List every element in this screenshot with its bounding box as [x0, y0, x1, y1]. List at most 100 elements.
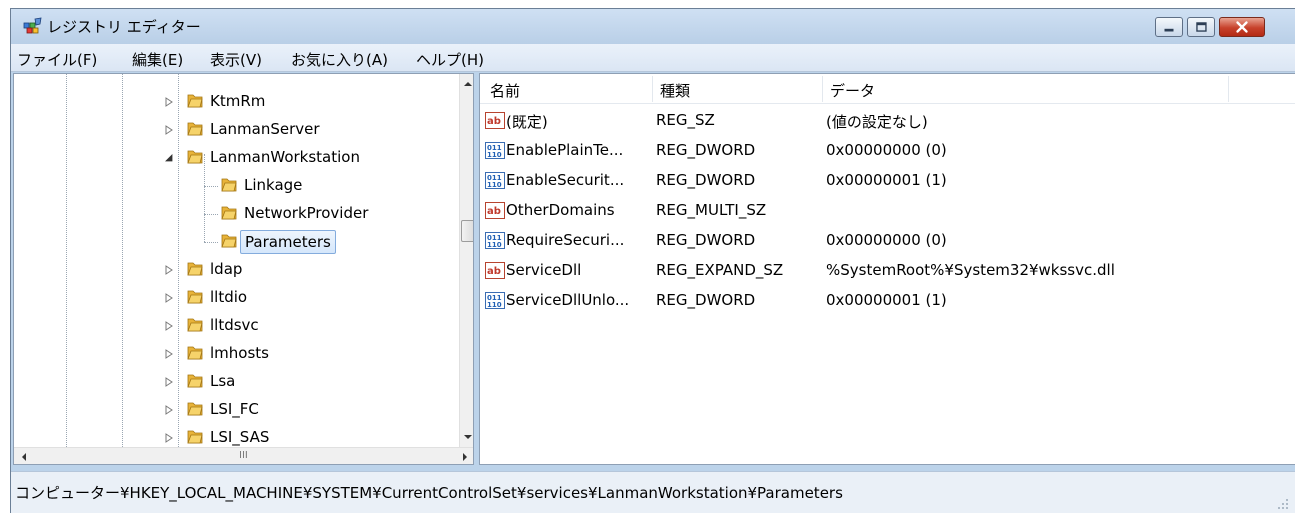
value-data: 0x00000001 (1): [826, 291, 947, 309]
column-separator[interactable]: [1228, 76, 1229, 102]
value-name: EnablePlainTe...: [506, 141, 624, 159]
tree-node-lsa[interactable]: Lsa: [14, 368, 454, 396]
tree-horizontal-scrollbar[interactable]: III: [14, 447, 473, 465]
registry-editor-app-icon: [23, 17, 42, 34]
column-separator[interactable]: [822, 76, 823, 102]
value-name: ServiceDllUnlo...: [506, 291, 630, 309]
column-header-data[interactable]: データ: [830, 80, 875, 101]
folder-icon: [187, 430, 203, 444]
collapsed-expander-icon[interactable]: [164, 125, 174, 135]
folder-icon: [221, 206, 237, 220]
value-row[interactable]: ab (既定) REG_SZ (値の設定なし): [480, 106, 1295, 136]
tree-node-label: LSI_FC: [210, 400, 259, 418]
string-value-icon: ab: [485, 112, 505, 129]
folder-icon: [187, 318, 203, 332]
value-row[interactable]: 011 110 EnablePlainTe... REG_DWORD 0x0000…: [480, 136, 1295, 166]
column-header-name[interactable]: 名前: [490, 80, 520, 101]
expanded-expander-icon[interactable]: [164, 153, 174, 163]
collapsed-expander-icon[interactable]: [164, 97, 174, 107]
maximize-button[interactable]: [1187, 17, 1215, 37]
value-type: REG_MULTI_SZ: [656, 201, 767, 219]
collapsed-expander-icon[interactable]: [164, 321, 174, 331]
tree-node-label: lltdsvc: [210, 316, 259, 334]
tree-node-lsi-fc[interactable]: LSI_FC: [14, 396, 454, 424]
menu-view[interactable]: 表示(V): [210, 49, 262, 70]
column-header-type[interactable]: 種類: [660, 80, 690, 101]
tree-node-lltdsvc[interactable]: lltdsvc: [14, 312, 454, 340]
value-name: RequireSecuri...: [506, 231, 625, 249]
scroll-grip[interactable]: III: [239, 450, 248, 461]
value-row[interactable]: ab OtherDomains REG_MULTI_SZ: [480, 196, 1295, 226]
folder-icon: [187, 94, 203, 108]
tree-node-lanmanworkstation[interactable]: LanmanWorkstation: [14, 144, 454, 172]
close-button[interactable]: [1219, 17, 1265, 37]
value-list-pane[interactable]: 名前 種類 データ ab (既定) REG_SZ (値の設定なし) 011 110…: [479, 73, 1295, 465]
list-header: 名前 種類 データ: [480, 74, 1295, 104]
tree-node-label: Linkage: [244, 176, 303, 194]
tree-vertical-scrollbar[interactable]: [459, 74, 474, 447]
svg-text:ab: ab: [487, 116, 501, 127]
binary-value-icon: 011110: [485, 232, 505, 249]
menu-file[interactable]: ファイル(F): [17, 49, 97, 70]
tree-node-lmhosts[interactable]: lmhosts: [14, 340, 454, 368]
folder-icon: [187, 262, 203, 276]
collapsed-expander-icon[interactable]: [164, 265, 174, 275]
folder-icon: [221, 234, 237, 248]
folder-icon: [187, 346, 203, 360]
tree-node-label: LanmanWorkstation: [210, 148, 360, 166]
tree-node-ktmrm[interactable]: KtmRm: [14, 88, 454, 116]
folder-icon: [221, 178, 237, 192]
tree-node-label: ldap: [210, 260, 243, 278]
value-type: REG_SZ: [656, 111, 715, 129]
tree-node-label: Lsa: [210, 372, 236, 390]
menu-favorites[interactable]: お気に入り(A): [291, 49, 388, 70]
minimize-button[interactable]: [1155, 17, 1183, 37]
close-icon: [1236, 21, 1248, 33]
menu-help[interactable]: ヘルプ(H): [416, 49, 484, 70]
svg-text:ab: ab: [487, 206, 501, 217]
scroll-down-arrow-icon[interactable]: [460, 429, 474, 445]
registry-editor-window: レジストリ エディター ファイル(F) 編集(E) 表示(V) お気に入り(A)…: [10, 8, 1295, 513]
value-type: REG_DWORD: [656, 231, 756, 249]
tree-node-linkage[interactable]: Linkage: [14, 172, 454, 200]
value-data: %SystemRoot%¥System32¥wkssvc.dll: [826, 261, 1115, 279]
scroll-up-arrow-icon[interactable]: [460, 76, 474, 92]
tree-node-lltdio[interactable]: lltdio: [14, 284, 454, 312]
value-name: OtherDomains: [506, 201, 615, 219]
menu-edit[interactable]: 編集(E): [132, 49, 183, 70]
tree-node-label: lmhosts: [210, 344, 269, 362]
tree-node-label: LSI_SAS: [210, 428, 270, 446]
tree-node-label: lltdio: [210, 288, 248, 306]
tree-scroll-thumb[interactable]: [461, 220, 473, 242]
collapsed-expander-icon[interactable]: [164, 377, 174, 387]
tree-node-networkprovider[interactable]: NetworkProvider: [14, 200, 454, 228]
scroll-left-arrow-icon[interactable]: [16, 449, 32, 465]
collapsed-expander-icon[interactable]: [164, 293, 174, 303]
svg-text:110: 110: [487, 151, 502, 159]
value-type: REG_DWORD: [656, 291, 756, 309]
value-name: EnableSecurit...: [506, 171, 625, 189]
svg-text:110: 110: [487, 181, 502, 189]
folder-open-icon: [187, 150, 203, 164]
collapsed-expander-icon[interactable]: [164, 433, 174, 443]
title-bar[interactable]: レジストリ エディター: [11, 9, 1295, 44]
tree-node-label: LanmanServer: [210, 120, 320, 138]
value-row[interactable]: 011 110 RequireSecuri... REG_DWORD 0x0000…: [480, 226, 1295, 256]
scroll-right-arrow-icon[interactable]: [457, 449, 473, 465]
tree-node-ldap[interactable]: ldap: [14, 256, 454, 284]
binary-value-icon: 011110: [485, 142, 505, 159]
value-row[interactable]: 011 110 ServiceDllUnlo... REG_DWORD 0x000…: [480, 286, 1295, 316]
minimize-icon: [1164, 28, 1174, 32]
collapsed-expander-icon[interactable]: [164, 405, 174, 415]
value-data: 0x00000000 (0): [826, 231, 947, 249]
value-row[interactable]: ab ServiceDll REG_EXPAND_SZ %SystemRoot%…: [480, 256, 1295, 286]
resize-grip-icon[interactable]: [1277, 498, 1289, 510]
value-name: ServiceDll: [506, 261, 582, 279]
tree-node-lanmanserver[interactable]: LanmanServer: [14, 116, 454, 144]
collapsed-expander-icon[interactable]: [164, 349, 174, 359]
tree-node-parameters[interactable]: Parameters: [14, 228, 454, 256]
value-row[interactable]: 011 110 EnableSecurit... REG_DWORD 0x0000…: [480, 166, 1295, 196]
folder-icon: [187, 402, 203, 416]
column-separator[interactable]: [652, 76, 653, 102]
key-tree-pane[interactable]: KtmRm LanmanServer LanmanWorkstation Lin…: [13, 73, 474, 465]
